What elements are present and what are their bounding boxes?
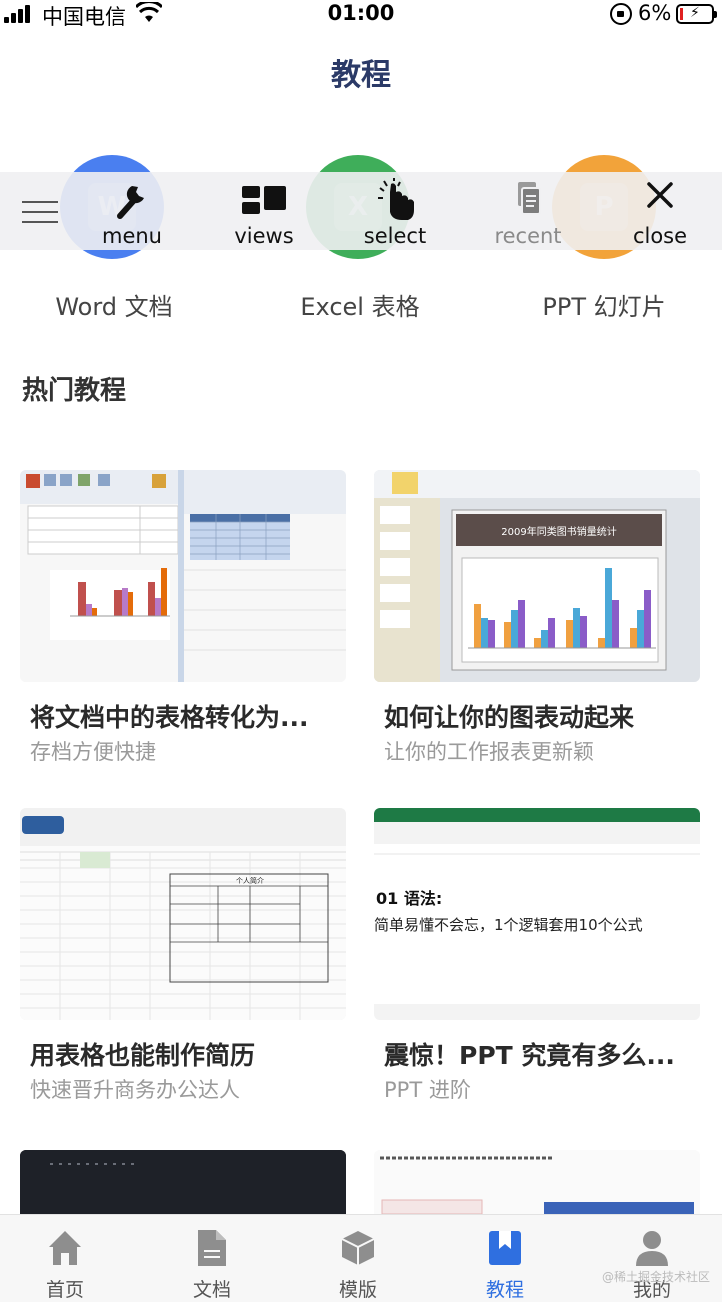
tab-tutorials[interactable]: 教程 <box>455 1215 555 1302</box>
close-icon <box>647 182 673 208</box>
tab-profile[interactable]: 我的 <box>602 1215 702 1302</box>
bottom-tab-bar: 首页 文档 模版 教程 我的 <box>0 1214 722 1302</box>
word-category-label[interactable]: Word 文档 <box>0 287 234 322</box>
tutorial-title: 将文档中的表格转化为... <box>30 703 309 732</box>
tutorial-subtitle: 存档方便快捷 <box>30 740 156 764</box>
toolbar-menu-button[interactable]: menu <box>92 172 172 250</box>
toolbar-select-button[interactable]: select <box>354 172 436 250</box>
tutorial-title: 震惊！PPT 究竟有多么... <box>384 1041 675 1070</box>
page-title: 教程 <box>331 58 391 93</box>
documents-icon <box>518 182 541 215</box>
tutorial-subtitle: 让你的工作报表更新颖 <box>384 740 594 764</box>
tutorial-thumbnail <box>20 470 346 682</box>
tutorial-thumbnail: 个人简介 <box>20 808 346 1020</box>
tutorial-title: 用表格也能制作简历 <box>30 1041 256 1070</box>
excel-category-label[interactable]: Excel 表格 <box>240 287 480 322</box>
slide-body-text: 简单易懂不会忘，1个逻辑套用10个公式 <box>374 916 643 934</box>
toolbar-views-button[interactable]: views <box>224 172 304 250</box>
rotation-lock-icon <box>610 3 632 25</box>
hand-pointer-icon <box>378 178 414 220</box>
battery-icon: ⚡ <box>676 4 717 24</box>
tutorial-thumbnail: 2009年同类图书销量统计 <box>374 470 700 682</box>
views-icon <box>242 186 286 214</box>
wrench-icon <box>117 186 144 219</box>
watermark-text: @稀土掘金技术社区 <box>601 1270 710 1284</box>
home-icon <box>49 1231 81 1265</box>
user-icon <box>636 1231 668 1266</box>
toolbar-close-button[interactable]: close <box>620 172 700 250</box>
document-icon <box>198 1230 226 1266</box>
tutorial-thumbnail: 01 语法: 简单易懂不会忘，1个逻辑套用10个公式 <box>374 808 700 1020</box>
toolbar-recent-button[interactable]: recent <box>488 172 568 250</box>
bookmark-icon <box>489 1231 521 1265</box>
tutorial-subtitle: PPT 进阶 <box>384 1078 471 1102</box>
status-bar: 中国电信 01:00 6% ⚡ <box>0 0 722 30</box>
hamburger-icon[interactable] <box>22 201 58 223</box>
battery-percent: 6% <box>638 1 672 25</box>
tab-home[interactable]: 首页 <box>15 1215 115 1302</box>
hot-tutorials-heading: 热门教程 <box>22 376 127 406</box>
tab-documents[interactable]: 文档 <box>162 1215 262 1302</box>
chart-title-text: 2009年同类图书销量统计 <box>501 525 616 538</box>
slide-heading-text: 01 语法: <box>376 889 442 908</box>
tutorial-subtitle: 快速晋升商务办公达人 <box>30 1078 240 1102</box>
tutorial-title: 如何让你的图表动起来 <box>384 703 635 732</box>
tab-templates[interactable]: 模版 <box>308 1215 408 1302</box>
ppt-category-label[interactable]: PPT 幻灯片 <box>484 287 722 322</box>
resume-title-text: 个人简介 <box>236 876 264 885</box>
floating-toolbar: menu views select recent close <box>0 172 722 250</box>
cube-icon <box>341 1231 375 1265</box>
